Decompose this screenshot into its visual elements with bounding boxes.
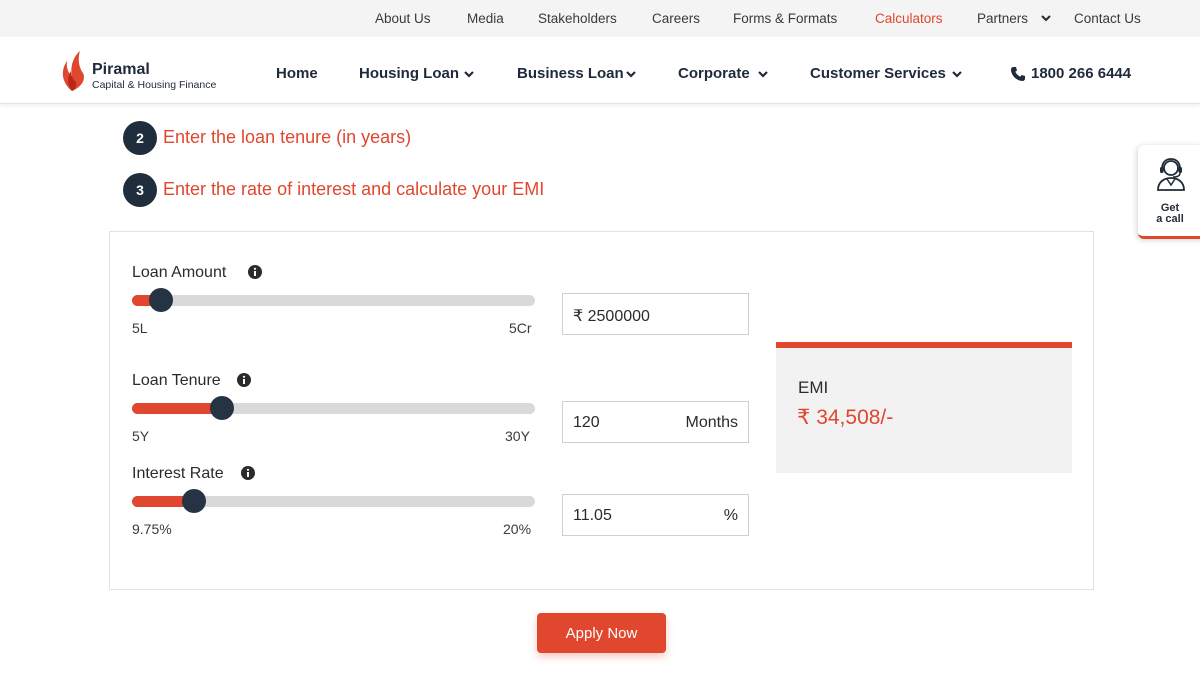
topbar-link-contact-us[interactable]: Contact Us	[1074, 11, 1141, 26]
get-a-call-label: Get a call	[1138, 203, 1200, 225]
loan-tenure-input[interactable]: 120 Months	[562, 401, 749, 443]
interest-rate-input[interactable]: 11.05 %	[562, 494, 749, 536]
emi-label: EMI	[798, 378, 829, 397]
customer-support-icon	[1157, 158, 1185, 191]
main-navbar: Piramal Capital & Housing Finance Home H…	[0, 37, 1200, 104]
chevron-down-icon[interactable]	[625, 68, 637, 80]
piramal-flame-icon	[62, 51, 84, 91]
topbar-link-careers[interactable]: Careers	[652, 11, 700, 26]
info-icon[interactable]	[241, 466, 255, 480]
loan-amount-slider[interactable]	[132, 288, 535, 312]
interest-rate-value: 11.05	[573, 507, 612, 524]
interest-rate-unit: %	[723, 507, 738, 524]
interest-rate-min-label: 9.75%	[132, 521, 172, 537]
brand-logo[interactable]: Piramal Capital & Housing Finance	[58, 49, 248, 93]
info-icon[interactable]	[237, 373, 251, 387]
top-utility-bar: About Us Media Stakeholders Careers Form…	[0, 0, 1200, 37]
loan-amount-slider-handle[interactable]	[149, 288, 173, 312]
step-text-3: Enter the rate of interest and calculate…	[163, 179, 545, 199]
nav-housing-loan[interactable]: Housing Loan	[359, 65, 459, 82]
nav-home[interactable]: Home	[276, 65, 318, 82]
nav-customer-services[interactable]: Customer Services	[810, 65, 946, 82]
topbar-link-calculators[interactable]: Calculators	[875, 11, 943, 26]
step-text-2: Enter the loan tenure (in years)	[163, 127, 412, 147]
info-icon[interactable]	[248, 265, 262, 279]
loan-amount-label: Loan Amount	[132, 264, 227, 281]
loan-amount-value: ₹ 2500000	[573, 308, 650, 325]
phone-number[interactable]: 1800 266 6444	[1031, 65, 1131, 82]
interest-rate-slider-handle[interactable]	[182, 489, 206, 513]
nav-corporate[interactable]: Corporate	[678, 65, 750, 82]
chevron-down-icon[interactable]	[951, 68, 963, 80]
emi-result-panel: EMI ₹ 34,508/-	[776, 342, 1072, 473]
get-a-call-line-2: a call	[1156, 213, 1184, 225]
topbar-link-forms-formats[interactable]: Forms & Formats	[733, 11, 837, 26]
topbar-link-partners[interactable]: Partners	[977, 11, 1028, 26]
nav-business-loan[interactable]: Business Loan	[517, 65, 624, 82]
apply-now-button[interactable]: Apply Now	[537, 613, 666, 653]
chevron-down-icon[interactable]	[1040, 12, 1052, 24]
loan-tenure-min-label: 5Y	[132, 428, 150, 444]
loan-tenure-label: Loan Tenure	[132, 372, 221, 389]
topbar-link-stakeholders[interactable]: Stakeholders	[538, 11, 617, 26]
loan-amount-max-label: 5Cr	[509, 320, 532, 336]
interest-rate-slider[interactable]	[132, 489, 535, 513]
step-number-2: 2	[123, 121, 157, 155]
interest-rate-max-label: 20%	[503, 521, 532, 537]
get-a-call-widget[interactable]: Get a call	[1138, 145, 1200, 239]
loan-amount-min-label: 5L	[132, 320, 148, 336]
interest-rate-label: Interest Rate	[132, 465, 224, 482]
loan-tenure-max-label: 30Y	[505, 428, 530, 444]
loan-tenure-slider[interactable]	[132, 396, 535, 420]
chevron-down-icon[interactable]	[463, 68, 475, 80]
loan-amount-input[interactable]: ₹ 2500000	[562, 293, 749, 335]
topbar-link-about-us[interactable]: About Us	[375, 11, 431, 26]
step-number-3: 3	[123, 173, 157, 207]
loan-tenure-unit: Months	[685, 414, 738, 431]
loan-tenure-value: 120	[573, 414, 600, 431]
emi-amount: ₹ 34,508/-	[797, 406, 894, 429]
brand-tagline: Capital & Housing Finance	[92, 79, 217, 91]
phone-icon	[1011, 67, 1025, 81]
chevron-down-icon[interactable]	[757, 68, 769, 80]
brand-name: Piramal	[92, 61, 150, 78]
loan-tenure-slider-handle[interactable]	[210, 396, 234, 420]
topbar-link-media[interactable]: Media	[467, 11, 504, 26]
